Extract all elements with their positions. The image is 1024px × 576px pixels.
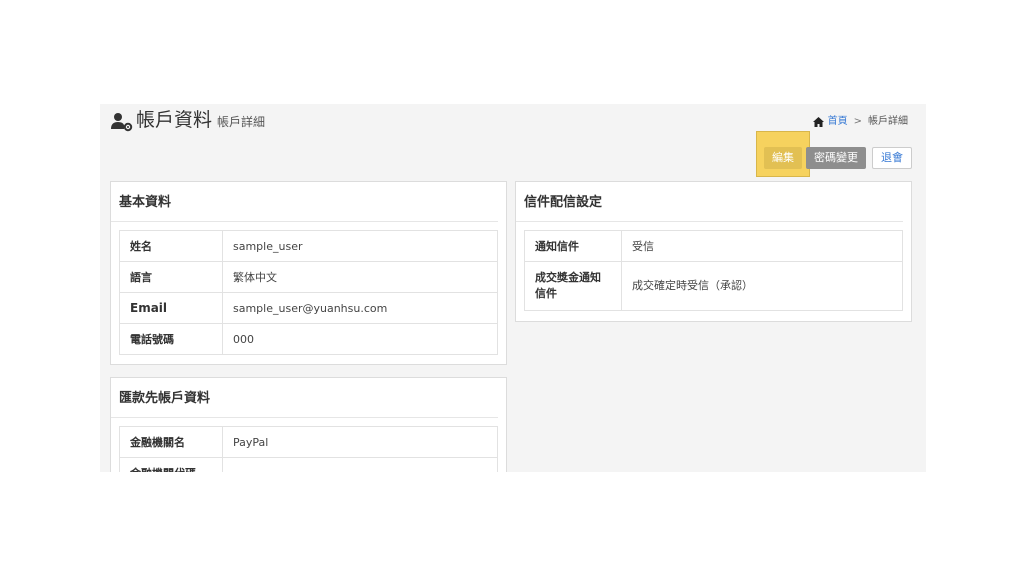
table-row: 電話號碼 000 xyxy=(119,323,498,355)
basic-info-title: 基本資料 xyxy=(111,182,498,222)
row-label: 通知信件 xyxy=(524,230,622,262)
home-icon[interactable] xyxy=(812,117,824,127)
table-row: 姓名 sample_user xyxy=(119,230,498,262)
breadcrumb: 首頁 > 帳戶詳細 xyxy=(812,115,908,129)
table-row: 金融機關代碼 xyxy=(119,457,498,472)
table-row: 通知信件 受信 xyxy=(524,230,903,262)
table-row: Email sample_user@yuanhsu.com xyxy=(119,292,498,324)
row-value: 繁体中文 xyxy=(222,261,498,293)
page-subtitle: 帳戶詳細 xyxy=(217,115,266,129)
table-row: 語言 繁体中文 xyxy=(119,261,498,293)
mail-settings-title: 信件配信設定 xyxy=(516,182,903,222)
mail-settings-card: 信件配信設定 通知信件 受信 成交獎金通知信件 成交確定時受信（承認） xyxy=(515,181,912,322)
row-label: 金融機關名 xyxy=(119,426,223,458)
breadcrumb-separator: > xyxy=(853,116,862,127)
user-gear-icon xyxy=(111,113,133,132)
breadcrumb-home-link[interactable]: 首頁 xyxy=(828,115,848,129)
row-label: 語言 xyxy=(119,261,223,293)
bank-info-card: 匯款先帳戶資料 金融機關名PayPal 金融機關代碼 xyxy=(110,377,507,472)
bank-info-title: 匯款先帳戶資料 xyxy=(111,378,498,418)
row-value: PayPal xyxy=(222,426,498,458)
table-row: 成交獎金通知信件 成交確定時受信（承認） xyxy=(524,261,903,311)
edit-button[interactable]: 編集 xyxy=(764,147,802,169)
withdraw-button[interactable]: 退會 xyxy=(872,147,912,169)
change-password-button[interactable]: 密碼變更 xyxy=(806,147,866,169)
table-row: 金融機關名 PayPal xyxy=(119,426,498,458)
row-value xyxy=(222,457,498,472)
row-value: 受信 xyxy=(621,230,903,262)
basic-info-table: 姓名 sample_user 語言 繁体中文 Email sample_user@yu… xyxy=(119,230,498,355)
account-page: 帳戶資料 帳戶詳細 首頁 > 帳戶詳細 編集 密碼變更 退會 基本資料 姓名 sa… xyxy=(100,104,926,472)
row-label: 金融機關代碼 xyxy=(119,457,223,472)
row-label: 電話號碼 xyxy=(119,323,223,355)
row-value: 成交確定時受信（承認） xyxy=(621,261,903,311)
row-value: sample_user xyxy=(222,230,498,262)
row-value: 000 xyxy=(222,323,498,355)
basic-info-card: 基本資料 姓名 sample_user 語言 繁体中文 Email sample_us… xyxy=(110,181,507,365)
mail-settings-table: 通知信件 受信 成交獎金通知信件 成交確定時受信（承認） xyxy=(524,230,903,311)
row-label: Email xyxy=(119,292,223,324)
edit-button-highlight: 編集 xyxy=(756,131,810,177)
row-label: 姓名 xyxy=(119,230,223,262)
page-title: 帳戶資料 xyxy=(136,109,213,131)
breadcrumb-current: 帳戶詳細 xyxy=(868,116,908,127)
row-value: sample_user@yuanhsu.com xyxy=(222,292,498,324)
action-buttons: 密碼變更 退會 xyxy=(806,147,912,169)
bank-info-table: 金融機關名PayPal 金融機關代碼 xyxy=(119,426,498,472)
row-label: 成交獎金通知信件 xyxy=(524,261,622,311)
